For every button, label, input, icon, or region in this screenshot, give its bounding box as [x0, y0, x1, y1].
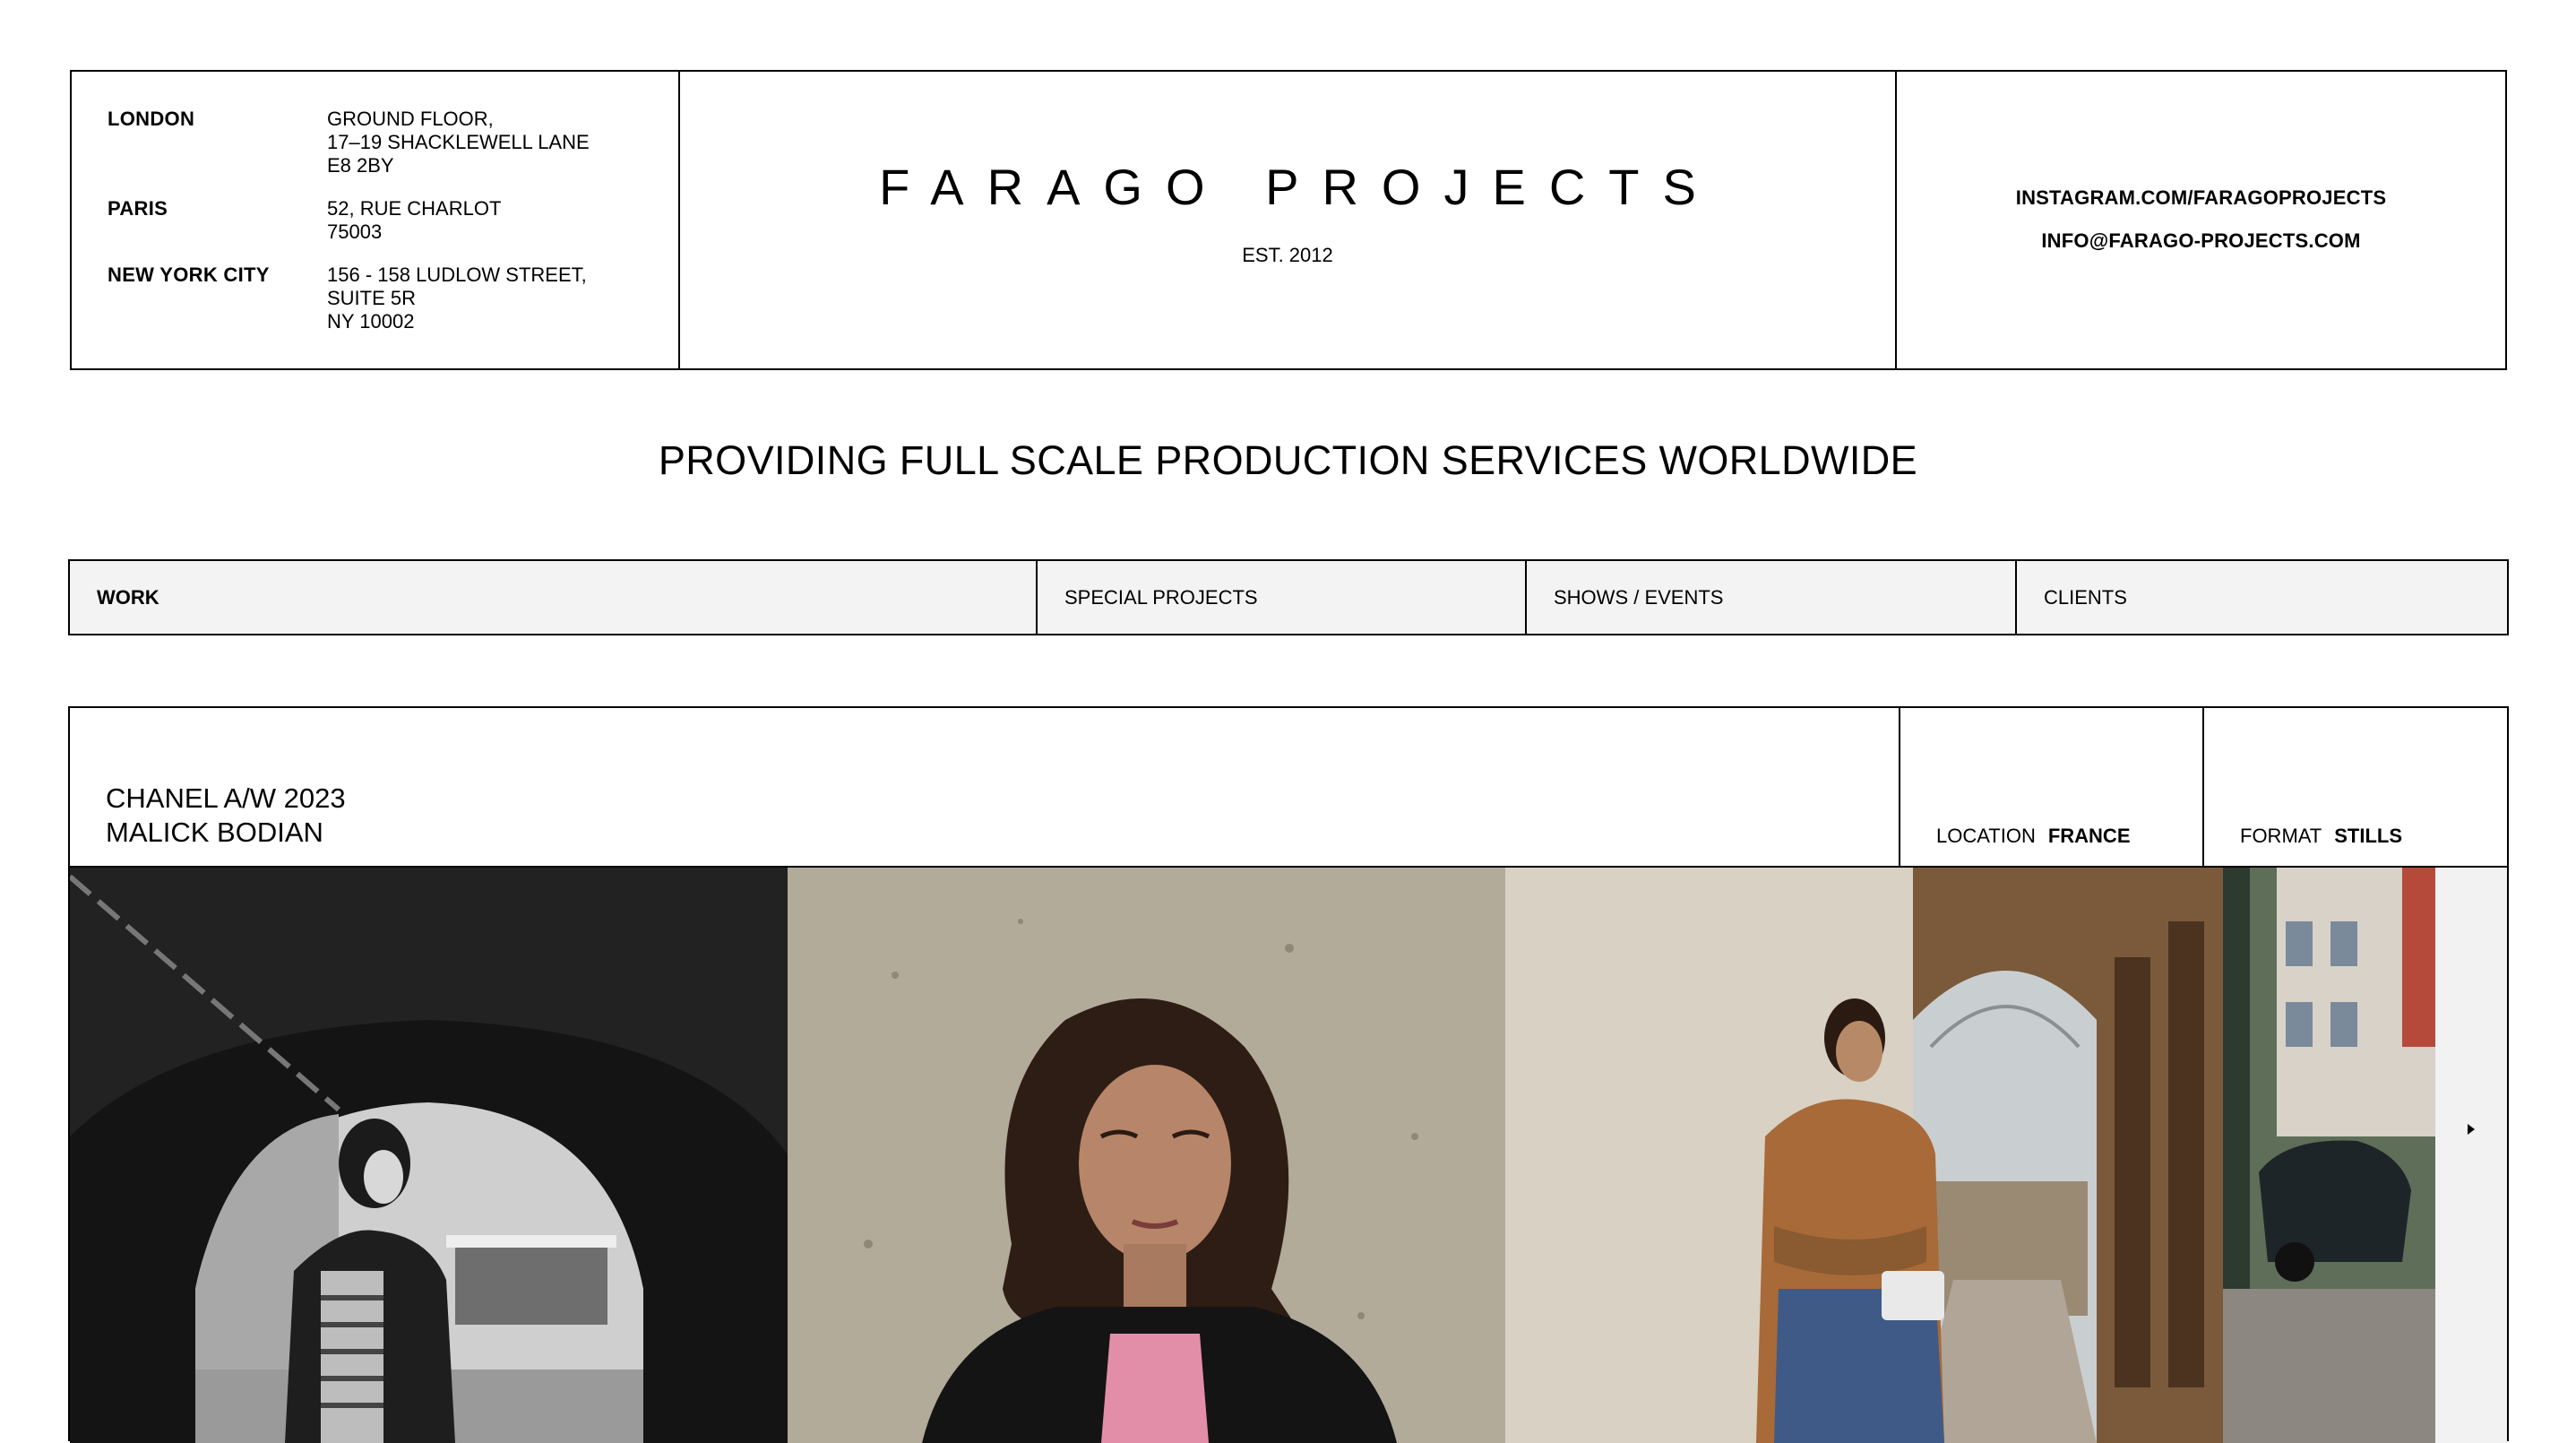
brand-block: FARAGO PROJECTS EST. 2012: [680, 72, 1897, 368]
established-year: EST. 2012: [1242, 244, 1333, 266]
office-address-london: GROUND FLOOR, 17–19 SHACKLEWELL LANE E8 …: [327, 108, 590, 177]
office-addresses: LONDON GROUND FLOOR, 17–19 SHACKLEWELL L…: [72, 72, 680, 368]
office-address-nyc: 156 - 158 LUDLOW STREET, SUITE 5R NY 100…: [327, 264, 587, 333]
email-link[interactable]: INFO@FARAGO-PROJECTS.COM: [1897, 229, 2505, 253]
main-nav: WORK SPECIAL PROJECTS SHOWS / EVENTS CLI…: [68, 559, 2509, 635]
format-value: STILLS: [2334, 825, 2403, 847]
nav-clients[interactable]: CLIENTS: [2017, 561, 2507, 634]
photo-gallery[interactable]: [70, 868, 2507, 1443]
location-meta: LOCATION FRANCE: [1936, 825, 2131, 848]
gallery-photo-tunnel[interactable]: [70, 868, 788, 1443]
project-photographer: MALICK BODIAN: [106, 817, 323, 848]
contact-block: INSTAGRAM.COM/FARAGOPROJECTS INFO@FARAGO…: [1897, 72, 2505, 368]
project-card: CHANEL A/W 2023 MALICK BODIAN LOCATION FR…: [68, 706, 2509, 1443]
project-client: CHANEL A/W 2023: [106, 782, 346, 814]
instagram-link[interactable]: INSTAGRAM.COM/FARAGOPROJECTS: [1897, 186, 2505, 210]
format-meta: FORMAT STILLS: [2240, 825, 2402, 848]
format-cell: FORMAT STILLS: [2202, 708, 2507, 866]
location-label: LOCATION: [1936, 825, 2036, 847]
office-city-paris: PARIS: [108, 197, 168, 220]
nav-special-projects[interactable]: SPECIAL PROJECTS: [1038, 561, 1527, 634]
office-city-london: LONDON: [108, 108, 195, 130]
office-city-nyc: NEW YORK CITY: [108, 264, 270, 286]
project-title[interactable]: CHANEL A/W 2023 MALICK BODIAN: [106, 782, 346, 850]
location-value: FRANCE: [2047, 825, 2131, 847]
site-header: LONDON GROUND FLOOR, 17–19 SHACKLEWELL L…: [70, 70, 2507, 370]
gallery-photo-portrait[interactable]: [788, 868, 1505, 1443]
project-header: CHANEL A/W 2023 MALICK BODIAN LOCATION FR…: [70, 708, 2507, 868]
nav-work[interactable]: WORK: [70, 561, 1038, 634]
office-address-paris: 52, RUE CHARLOT 75003: [327, 197, 502, 243]
tagline: PROVIDING FULL SCALE PRODUCTION SERVICES…: [658, 437, 1918, 483]
gallery-photo-arcade[interactable]: [1505, 868, 2223, 1443]
chevron-right-icon[interactable]: [2459, 1117, 2484, 1142]
gallery-photo-street[interactable]: [2223, 868, 2435, 1443]
format-label: FORMAT: [2240, 825, 2322, 847]
gallery-nav-strip: [2435, 868, 2507, 1443]
nav-shows-events[interactable]: SHOWS / EVENTS: [1527, 561, 2017, 634]
site-logo[interactable]: FARAGO PROJECTS: [680, 158, 1895, 216]
location-cell: LOCATION FRANCE: [1899, 708, 2202, 866]
